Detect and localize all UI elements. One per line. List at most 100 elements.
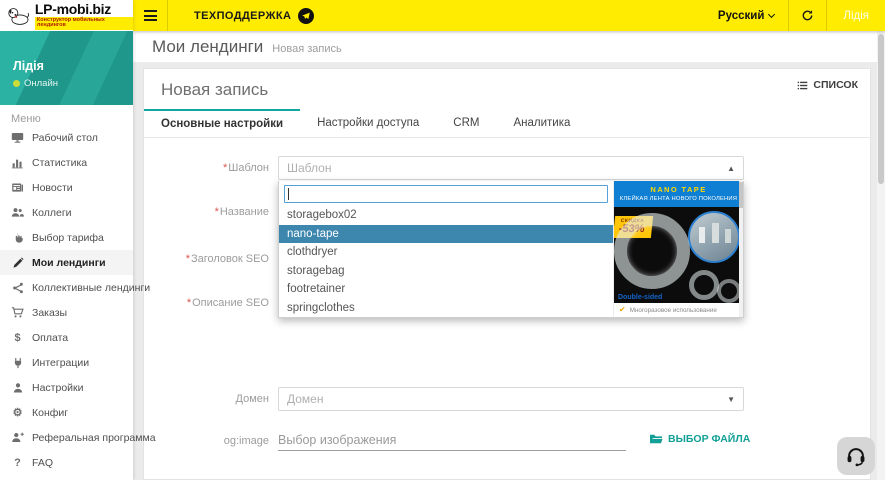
preview-scrollbar[interactable] [739,181,743,317]
plug-icon [10,356,25,370]
template-search-input[interactable] [284,185,608,203]
list-button[interactable]: СПИСОК [797,79,858,91]
tab-main-settings[interactable]: Основные настройки [144,109,300,137]
tab-analytics[interactable]: Аналитика [496,109,587,137]
scrollbar-thumb[interactable] [878,34,884,184]
sidebar-item-colleagues[interactable]: Коллеги [0,200,133,225]
card-title: Новая запись [161,80,268,100]
check-icon: ✔ [619,306,626,314]
preview-inset-photo [688,211,740,263]
option-nano-tape[interactable]: nano-tape [279,225,613,244]
support-button[interactable]: ТЕХПОДДЕРЖКА [168,0,332,31]
preview-feature-row: ✔ Многоразовое использование [614,303,743,317]
text-cursor [288,188,289,200]
option-storagebox02[interactable]: storagebox02 [279,206,613,225]
topbar-username[interactable]: Лідія [827,10,885,22]
sidebar-item-collective-landings[interactable]: Коллективные лендинги [0,275,133,300]
sidebar-item-orders[interactable]: Заказы [0,300,133,325]
sidebar-nav: Рабочий стол Статистика Новости Коллеги … [0,125,133,475]
gears-icon: ⚙ [10,406,25,420]
sidebar-item-my-landings[interactable]: Мои лендинги [0,250,133,275]
sidebar-item-desktop[interactable]: Рабочий стол [0,125,133,150]
chevron-down-icon [768,10,775,17]
list-icon [797,80,808,91]
breadcrumb-page: Новая запись [272,43,341,55]
refresh-button[interactable] [789,0,826,31]
tab-crm[interactable]: CRM [436,109,496,137]
preview-title: NANO TAPE [616,185,741,194]
preview-caption: Double-sided [618,294,662,301]
question-icon: ? [10,456,25,470]
sidebar-item-statistics[interactable]: Статистика [0,150,133,175]
logo-title: LP-mobi.biz [35,2,133,16]
sidebar: LP-mobi.biz Конструктор мобильных лендин… [0,0,133,480]
news-icon [10,181,25,195]
file-select-button[interactable]: ВЫБОР ФАЙЛА [649,433,750,445]
preview-product-image: СКИДКА -53% Double-sided [614,207,743,303]
refresh-icon [801,9,814,22]
sidebar-item-integrations[interactable]: Интеграции [0,350,133,375]
option-storagebag[interactable]: storagebag [279,262,613,281]
support-label: ТЕХПОДДЕРЖКА [194,10,291,22]
topbar: ТЕХПОДДЕРЖКА Русский Лідія [133,0,885,31]
option-footretainer[interactable]: footretainer [279,280,613,299]
profile-name: Лідія [13,59,44,73]
profile-status: Онлайн [13,78,58,89]
logo[interactable]: LP-mobi.biz Конструктор мобильных лендин… [0,0,133,31]
dog-logo-icon [6,5,31,27]
template-select[interactable]: Шаблон ▲ [278,156,744,180]
seo-title-label: Заголовок SEO [144,253,269,265]
sidebar-item-payment[interactable]: $ Оплата [0,325,133,350]
sidebar-item-faq[interactable]: ? FAQ [0,450,133,475]
tab-access-settings[interactable]: Настройки доступа [300,109,436,137]
template-label: Шаблон [144,162,269,174]
option-clothdryer[interactable]: clothdryer [279,243,613,262]
desktop-icon [10,131,25,145]
hamburger-menu-icon[interactable] [133,0,167,31]
template-preview: NANO TAPE КЛЕЙКАЯ ЛЕНТА НОВОГО ПОКОЛЕНИЯ… [613,181,743,317]
og-image-input[interactable]: Выбор изображения [278,429,626,451]
breadcrumb-section: Мои лендинги [152,37,263,57]
template-dropdown: storagebox02 nano-tape clothdryer storag… [278,181,744,318]
chart-icon [10,156,25,170]
language-label: Русский [718,10,764,22]
user-icon [10,381,25,395]
support-chat-button[interactable] [837,437,875,475]
cart-icon [10,306,25,320]
pencil-icon [10,256,25,270]
name-label: Название [144,206,269,218]
dollar-icon: $ [10,331,25,345]
share-icon [10,281,25,295]
seo-description-label: Описание SEO [144,297,269,309]
topbar-right: Русский Лідія [704,0,885,31]
domain-label: Домен [144,393,269,405]
tab-bar: Основные настройки Настройки доступа CRM… [144,109,870,138]
sidebar-item-config[interactable]: ⚙ Конфиг [0,400,133,425]
user-plus-icon [10,431,25,445]
caret-up-icon: ▲ [727,164,735,173]
menu-section-label: Меню [0,105,133,125]
domain-select[interactable]: Домен ▼ [278,387,744,411]
language-selector[interactable]: Русский [704,0,788,31]
window-scrollbar[interactable] [877,31,885,480]
sidebar-item-referral[interactable]: Реферальная программа [0,425,133,450]
caret-down-icon: ▼ [727,395,735,404]
sidebar-item-news[interactable]: Новости [0,175,133,200]
online-status-dot [13,80,20,87]
users-icon [10,206,25,220]
hand-pointer-icon [10,231,25,245]
user-profile-panel: Лідія Онлайн [0,31,133,105]
folder-icon [649,433,663,445]
template-options-panel: storagebox02 nano-tape clothdryer storag… [279,181,613,317]
option-springclothes[interactable]: springclothes [279,299,613,318]
og-image-label: og:image [144,435,269,447]
preview-subtitle: КЛЕЙКАЯ ЛЕНТА НОВОГО ПОКОЛЕНИЯ [616,196,741,202]
sidebar-item-settings[interactable]: Настройки [0,375,133,400]
breadcrumb: Мои лендинги Новая запись [133,31,885,62]
telegram-icon [298,8,314,24]
sidebar-item-tariff[interactable]: Выбор тарифа [0,225,133,250]
preview-header: NANO TAPE КЛЕЙКАЯ ЛЕНТА НОВОГО ПОКОЛЕНИЯ [614,181,743,207]
new-record-card: Новая запись СПИСОК Основные настройки Н… [143,68,871,480]
logo-subtitle: Конструктор мобильных лендингов [35,17,133,30]
headset-icon [845,445,867,467]
